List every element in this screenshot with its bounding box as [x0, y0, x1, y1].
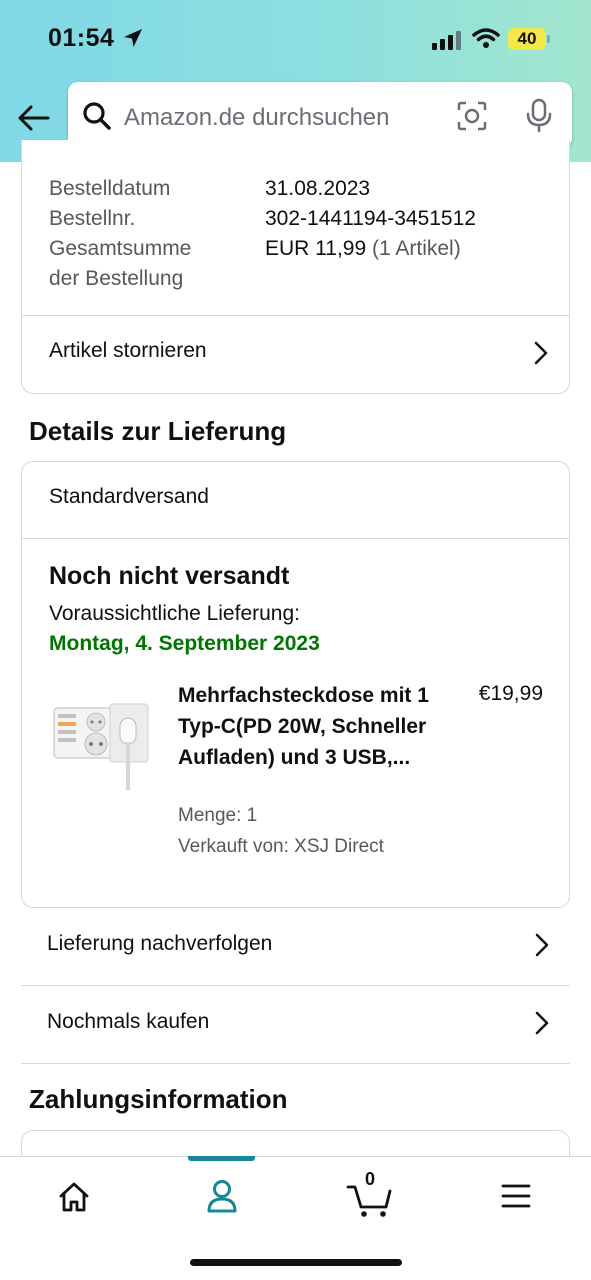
payment-section-title: Zahlungsinformation — [29, 1084, 288, 1114]
order-number-value: 302-1441194-3451512 — [265, 207, 476, 230]
track-delivery-button[interactable]: Lieferung nachverfolgen — [21, 908, 570, 986]
order-date-value: 31.08.2023 — [265, 177, 371, 200]
back-arrow-icon[interactable] — [16, 102, 52, 134]
camera-scan-icon[interactable] — [456, 100, 488, 132]
product-image[interactable] — [52, 692, 152, 792]
battery-icon: 40 — [508, 28, 550, 50]
delivery-card: Standardversand Noch nicht versandt Vora… — [21, 461, 570, 908]
order-total-label-line2: der Bestellung — [49, 267, 184, 290]
nav-account[interactable] — [192, 1175, 252, 1219]
product-seller: Verkauft von: XSJ Direct — [178, 836, 384, 857]
order-item-count: (1 Artikel) — [372, 237, 461, 260]
order-total-label-line1: Gesamtsumme — [49, 237, 192, 260]
active-tab-indicator — [188, 1156, 255, 1161]
product-title-link[interactable]: Mehrfachsteckdose mit 1 Typ-C(PD 20W, Sc… — [178, 680, 448, 773]
menu-icon — [501, 1184, 531, 1208]
microphone-icon[interactable] — [524, 98, 554, 134]
battery-level: 40 — [517, 29, 537, 48]
delivery-eta-label: Voraussichtliche Lieferung: — [49, 602, 300, 625]
user-icon — [207, 1180, 237, 1213]
search-input[interactable]: Amazon.de durchsuchen — [68, 82, 572, 148]
delivery-eta-date: Montag, 4. September 2023 — [49, 632, 320, 655]
search-placeholder: Amazon.de durchsuchen — [124, 104, 390, 131]
buy-again-label: Nochmals kaufen — [47, 1010, 210, 1033]
order-total-value: EUR 11,99 (1 Artikel) — [265, 234, 461, 264]
track-delivery-label: Lieferung nachverfolgen — [47, 932, 273, 955]
order-total-amount: EUR 11,99 — [265, 237, 367, 260]
location-arrow-icon — [124, 29, 142, 47]
delivery-section-title: Details zur Lieferung — [29, 416, 287, 446]
product-quantity: Menge: 1 — [178, 805, 258, 826]
nav-cart[interactable]: 0 — [342, 1169, 402, 1219]
status-time: 01:54 — [48, 24, 115, 52]
shipment-status-title: Noch nicht versandt — [49, 562, 290, 590]
wifi-icon — [472, 28, 500, 48]
order-number-label: Bestellnr. — [49, 207, 136, 230]
product-price: €19,99 — [478, 682, 543, 705]
home-icon — [59, 1182, 89, 1212]
chevron-right-icon — [535, 933, 549, 957]
order-date-label: Bestelldatum — [49, 177, 171, 200]
nav-menu[interactable] — [486, 1175, 546, 1219]
order-summary-card: Bestelldatum 31.08.2023 Bestellnr. 302-1… — [21, 140, 570, 394]
cancel-items-button[interactable]: Artikel stornieren — [22, 316, 569, 392]
signal-icon — [432, 31, 461, 50]
chevron-right-icon — [534, 341, 548, 365]
app-header: 01:54 40 Amazon.de durchsuchen — [0, 0, 591, 162]
nav-home[interactable] — [44, 1175, 104, 1219]
cart-count-badge: 0 — [364, 1169, 375, 1189]
divider — [22, 538, 569, 539]
search-icon — [83, 102, 111, 130]
shipping-method: Standardversand — [49, 485, 209, 508]
home-indicator-bar — [190, 1259, 402, 1266]
buy-again-button[interactable]: Nochmals kaufen — [21, 986, 570, 1064]
chevron-right-icon — [535, 1011, 549, 1035]
cancel-items-label: Artikel stornieren — [49, 339, 207, 362]
